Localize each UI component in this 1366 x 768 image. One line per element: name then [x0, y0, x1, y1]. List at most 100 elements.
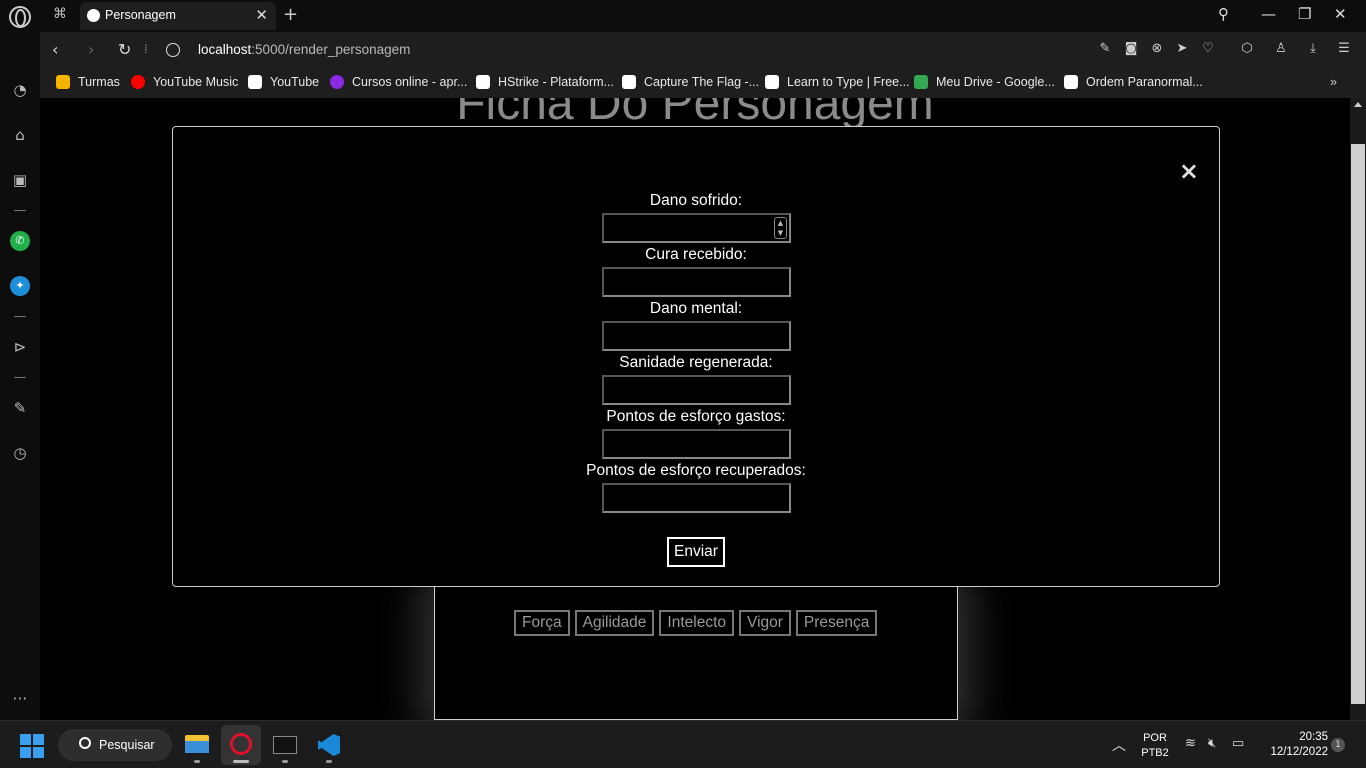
- scroll-thumb[interactable]: [1351, 144, 1365, 704]
- bookmark-youtube-music[interactable]: YouTube Music: [153, 75, 238, 89]
- modal-close-icon[interactable]: ×: [1179, 157, 1199, 185]
- sidebar-divider: [14, 316, 26, 317]
- app-indicator: [326, 760, 332, 763]
- bookmark-turmas[interactable]: Turmas: [78, 75, 120, 89]
- tab-personagem[interactable]: Personagem ✕: [80, 2, 276, 30]
- whatsapp-icon[interactable]: ✆: [10, 231, 30, 251]
- udemy-icon: [330, 75, 344, 89]
- battery-icon[interactable]: ▭: [1232, 736, 1244, 751]
- dano-mental-input[interactable]: [602, 321, 791, 351]
- page-scrollbar[interactable]: [1350, 98, 1366, 720]
- adblock-icon[interactable]: ⊗: [1149, 41, 1165, 57]
- snapshot-icon[interactable]: ◙: [1123, 41, 1139, 57]
- back-button[interactable]: ‹: [52, 40, 58, 59]
- attribute-presenca-button[interactable]: Presença: [795, 610, 878, 636]
- bookmark-meu-drive[interactable]: Meu Drive - Google...: [936, 75, 1055, 89]
- scroll-up-arrow-icon[interactable]: [1354, 102, 1362, 107]
- page-icon: [248, 75, 262, 89]
- pontos-esforco-gastos-label: Pontos de esforço gastos:: [606, 408, 786, 425]
- download-icon[interactable]: ⤓: [1305, 41, 1321, 57]
- more-options-icon[interactable]: ⋯: [10, 688, 30, 708]
- bookmarks-bar: Turmas YouTube Music YouTube Cursos onli…: [40, 68, 1366, 98]
- pinboard-icon[interactable]: ✎: [10, 398, 30, 418]
- site-info-icon[interactable]: [166, 43, 180, 57]
- bookmark-icon: [56, 75, 70, 89]
- wifi-icon[interactable]: ≋: [1185, 736, 1196, 751]
- dano-sofrido-input[interactable]: ▲ ▼: [602, 213, 791, 243]
- keyboard-layout: PTB2: [1141, 747, 1169, 759]
- attribute-forca-button[interactable]: Força: [514, 610, 570, 636]
- chevron-up-icon[interactable]: ︿: [1112, 735, 1126, 755]
- speed-dial-icon[interactable]: ◔: [10, 80, 30, 100]
- cura-recebido-input[interactable]: [602, 267, 791, 297]
- bookmark-learn-to-type[interactable]: Learn to Type | Free...: [787, 75, 910, 89]
- system-clock[interactable]: 20:35 12/12/2022: [1258, 730, 1328, 760]
- windows-start-icon[interactable]: [20, 734, 44, 758]
- minimize-button[interactable]: —: [1261, 5, 1276, 23]
- history-icon[interactable]: ◷: [10, 443, 30, 463]
- attribute-vigor-button[interactable]: Vigor: [739, 610, 791, 636]
- hstrike-icon: [476, 75, 490, 89]
- globe-icon: [87, 9, 100, 22]
- maximize-button[interactable]: ❐: [1298, 5, 1311, 23]
- shopping-icon[interactable]: ⌂: [10, 125, 30, 145]
- opera-browser-icon[interactable]: [221, 725, 261, 765]
- google-drive-icon: [914, 75, 928, 89]
- player-icon[interactable]: ⊳: [10, 337, 30, 357]
- bookmark-hstrike[interactable]: HStrike - Plataform...: [498, 75, 614, 89]
- ordem-paranormal-icon: [1064, 75, 1078, 89]
- url-field[interactable]: localhost:5000/render_personagem: [198, 42, 410, 57]
- flow-icon[interactable]: ➤: [1174, 41, 1190, 57]
- opera-menu-icon[interactable]: [9, 6, 31, 28]
- attribute-buttons: Força Agilidade Intelecto Vigor Presença: [514, 610, 878, 636]
- number-spinner-icon[interactable]: ▲ ▼: [774, 217, 787, 239]
- close-window-button[interactable]: ✕: [1334, 5, 1347, 23]
- attribute-intelecto-button[interactable]: Intelecto: [659, 610, 735, 636]
- gamepad-icon[interactable]: ⌘: [48, 6, 72, 26]
- attribute-agilidade-button[interactable]: Agilidade: [574, 610, 655, 636]
- forward-button[interactable]: ›: [88, 40, 94, 59]
- file-explorer-icon[interactable]: [177, 725, 217, 765]
- status-update-modal: × Dano sofrido: ▲ ▼ Cura recebido: Dano m…: [172, 126, 1220, 587]
- bookmark-ordem-paranormal[interactable]: Ordem Paranormal...: [1086, 75, 1203, 89]
- language-code: POR: [1143, 732, 1167, 744]
- sanidade-regenerada-label: Sanidade regenerada:: [619, 354, 773, 371]
- windows-taskbar: Pesquisar ︿ POR PTB2 ≋ 🔇︎ ▭ 20:35 12/12/…: [0, 720, 1366, 768]
- search-tabs-icon[interactable]: ⚲: [1218, 5, 1229, 23]
- send-to-icon[interactable]: ✎: [1097, 41, 1113, 57]
- bookmark-capture-the-flag[interactable]: Capture The Flag -...: [644, 75, 759, 89]
- twitch-icon[interactable]: ▣: [10, 170, 30, 190]
- ctf-icon: [622, 75, 636, 89]
- volume-muted-icon[interactable]: 🔇︎: [1208, 736, 1216, 751]
- opera-sidebar: ◔ ⌂ ▣ ✆ ✦ ⊳ ✎ ◷ ⋯: [0, 32, 40, 720]
- bookmark-cursos-online[interactable]: Cursos online - apr...: [352, 75, 467, 89]
- more-bookmarks-icon[interactable]: »: [1330, 75, 1337, 89]
- app-indicator: [233, 760, 249, 763]
- cura-recebido-label: Cura recebido:: [645, 246, 747, 263]
- taskbar-search[interactable]: Pesquisar: [58, 729, 172, 761]
- easy-setup-icon[interactable]: ☰: [1336, 41, 1352, 57]
- clock-date: 12/12/2022: [1270, 746, 1328, 758]
- bookmark-youtube[interactable]: YouTube: [270, 75, 319, 89]
- pontos-esforco-recuperados-input[interactable]: [602, 483, 791, 513]
- sidebar-divider: [14, 377, 26, 378]
- tab-close-icon[interactable]: ✕: [255, 6, 268, 24]
- sanidade-regenerada-input[interactable]: [602, 375, 791, 405]
- youtube-music-icon: [131, 75, 145, 89]
- twitter-icon[interactable]: ✦: [10, 276, 30, 296]
- reload-button[interactable]: ↻: [118, 40, 131, 59]
- input-language[interactable]: POR PTB2: [1140, 731, 1170, 761]
- app-indicator: [282, 760, 288, 763]
- heart-icon[interactable]: ♡: [1200, 41, 1216, 57]
- address-bar: ‹ › ↻ ⁞ localhost:5000/render_personagem…: [40, 32, 1366, 68]
- enviar-button[interactable]: Enviar: [667, 537, 725, 567]
- terminal-icon[interactable]: [265, 725, 305, 765]
- vscode-icon[interactable]: [309, 725, 349, 765]
- tab-bar: ⌘ Personagem ✕ + ⚲ — ❐ ✕: [0, 0, 1366, 32]
- new-tab-button[interactable]: +: [283, 4, 298, 25]
- notification-badge[interactable]: 1: [1331, 738, 1345, 752]
- dano-mental-label: Dano mental:: [649, 300, 743, 317]
- profile-icon[interactable]: ♙: [1273, 41, 1289, 57]
- pontos-esforco-gastos-input[interactable]: [602, 429, 791, 459]
- extensions-icon[interactable]: ⬡: [1239, 41, 1255, 57]
